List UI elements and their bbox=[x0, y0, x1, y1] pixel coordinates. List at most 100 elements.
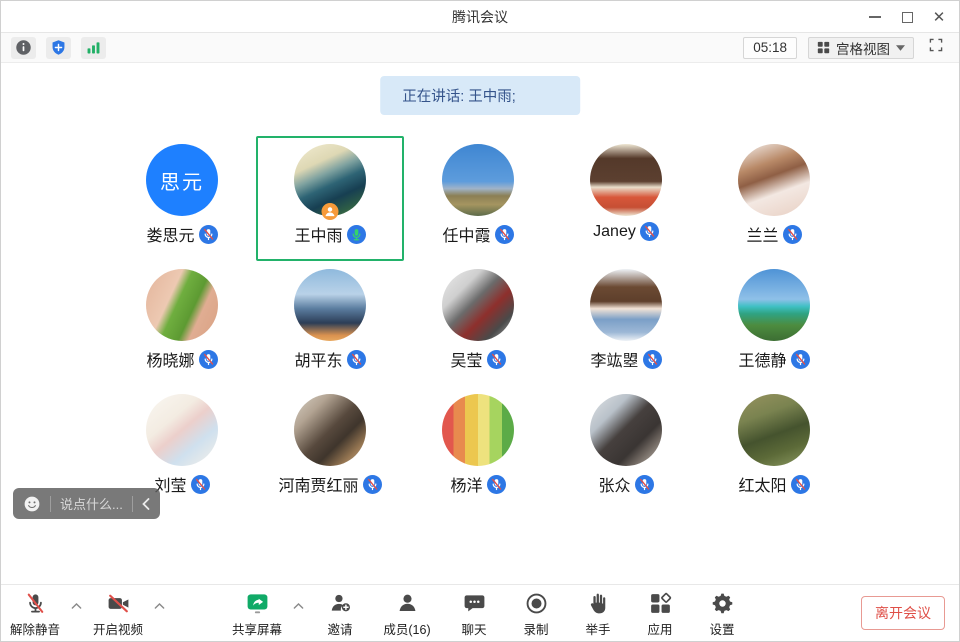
mic-muted-icon[interactable] bbox=[363, 475, 382, 494]
mic-muted-icon[interactable] bbox=[487, 475, 506, 494]
meeting-toolbar-bottom: 解除静音 开启视频 共享屏幕 邀请 成员(16)聊天录制 举手应用 设置 离开会议 bbox=[1, 584, 959, 641]
toolbar-item-label: 共享屏幕 bbox=[232, 619, 282, 638]
participant-name: 河南贾红丽 bbox=[278, 472, 358, 496]
participant-tile[interactable]: 红太阳 bbox=[700, 386, 848, 511]
participant-name: Janey bbox=[593, 223, 636, 241]
participant-name: 王中雨 bbox=[294, 222, 342, 246]
window-title: 腾讯会议 bbox=[1, 1, 959, 33]
participant-tile[interactable]: Janey bbox=[552, 136, 700, 261]
avatar bbox=[146, 394, 218, 466]
view-controls: 05:18 宫格视图 bbox=[743, 37, 959, 59]
avatar bbox=[738, 144, 810, 216]
toolbar-item-settings[interactable]: 设置 bbox=[696, 590, 748, 638]
participant-tile[interactable]: 河南贾红丽 bbox=[256, 386, 404, 511]
participant-tile[interactable]: 王中雨 bbox=[256, 136, 404, 261]
info-icon bbox=[15, 39, 32, 56]
participant-tile[interactable]: 思元娄思元 bbox=[108, 136, 256, 261]
shield-plus-icon bbox=[50, 39, 67, 56]
toolbar-item-label: 录制 bbox=[523, 619, 548, 638]
participant-name-row: 张众 bbox=[598, 472, 653, 496]
toolbar-item-label: 应用 bbox=[647, 619, 672, 638]
toolbar-item-record[interactable]: 录制 bbox=[510, 590, 562, 638]
participant-name: 任中霞 bbox=[442, 222, 490, 246]
participant-name-row: 杨洋 bbox=[450, 472, 505, 496]
emoji-smiley-icon[interactable] bbox=[23, 495, 41, 513]
toolbar-item-label: 邀请 bbox=[327, 619, 352, 638]
mic-muted-icon[interactable] bbox=[487, 350, 506, 369]
security-button[interactable] bbox=[46, 37, 71, 59]
chat-input-bar: 说点什么... bbox=[13, 488, 160, 519]
toolbar-item-hand[interactable]: 举手 bbox=[572, 590, 624, 638]
meeting-stage: 正在讲话: 王中雨; 思元娄思元王中雨 任中霞 Janey 兰兰杨晓娜 胡平东 吴莹李竑曌… bbox=[1, 63, 959, 584]
participant-tile[interactable]: 吴莹 bbox=[404, 261, 552, 386]
meeting-info-button[interactable] bbox=[11, 37, 36, 59]
mic-muted-icon[interactable] bbox=[199, 225, 218, 244]
meeting-window: 腾讯会议 ✕ 05:18 宫格视图 正在讲话: 王中雨; 思元娄思元王中雨 任中霞… bbox=[0, 0, 960, 642]
mic-muted-icon[interactable] bbox=[640, 222, 659, 241]
toolbar-item-invite[interactable]: 邀请 bbox=[314, 590, 366, 638]
participant-tile[interactable]: 王德静 bbox=[700, 261, 848, 386]
camera-off-icon bbox=[106, 590, 131, 617]
avatar bbox=[294, 394, 366, 466]
close-button[interactable]: ✕ bbox=[923, 1, 955, 33]
mic-muted-icon[interactable] bbox=[635, 475, 654, 494]
mic-muted-icon[interactable] bbox=[191, 475, 210, 494]
chat-input[interactable]: 说点什么... bbox=[60, 494, 123, 513]
chevron-up-icon[interactable] bbox=[71, 602, 82, 610]
participant-tile[interactable]: 胡平东 bbox=[256, 261, 404, 386]
participant-name-row: 娄思元 bbox=[146, 222, 217, 246]
toolbar-item-share[interactable]: 共享屏幕 bbox=[231, 590, 283, 638]
raise-hand-icon bbox=[586, 590, 611, 617]
participant-name: 胡平东 bbox=[294, 347, 342, 371]
toolbar-item-label: 开启视频 bbox=[93, 619, 143, 638]
mic-muted-icon[interactable] bbox=[643, 350, 662, 369]
fullscreen-icon bbox=[928, 37, 944, 58]
participant-name-row: 刘莹 bbox=[154, 472, 209, 496]
participant-tile[interactable]: 兰兰 bbox=[700, 136, 848, 261]
members-icon bbox=[395, 590, 420, 617]
host-badge-icon bbox=[322, 203, 339, 220]
divider bbox=[132, 496, 133, 512]
mic-muted-icon[interactable] bbox=[199, 350, 218, 369]
toolbar-item-video[interactable]: 开启视频 bbox=[92, 590, 144, 638]
participant-name: 兰兰 bbox=[746, 222, 778, 246]
participant-tile[interactable]: 任中霞 bbox=[404, 136, 552, 261]
close-icon: ✕ bbox=[933, 10, 946, 25]
toolbar-item-unmute[interactable]: 解除静音 bbox=[9, 590, 61, 638]
chevron-up-icon[interactable] bbox=[293, 602, 304, 610]
participant-name: 杨洋 bbox=[450, 472, 482, 496]
minimize-button[interactable] bbox=[859, 1, 891, 33]
participant-name-row: 李竑曌 bbox=[590, 347, 661, 371]
network-signal-icon bbox=[85, 39, 102, 56]
mic-muted-icon[interactable] bbox=[791, 350, 810, 369]
participant-tile[interactable]: 张众 bbox=[552, 386, 700, 511]
mic-muted-icon[interactable] bbox=[791, 475, 810, 494]
participant-name-row: 杨晓娜 bbox=[146, 347, 217, 371]
mic-muted-icon[interactable] bbox=[495, 225, 514, 244]
participant-grid: 思元娄思元王中雨 任中霞 Janey 兰兰杨晓娜 胡平东 吴莹李竑曌 王德静刘莹 河南贾红丽 杨… bbox=[108, 136, 848, 511]
toolbar-item-members[interactable]: 成员(16) bbox=[376, 590, 438, 638]
collapse-left-icon[interactable] bbox=[142, 498, 150, 510]
fullscreen-button[interactable] bbox=[925, 37, 947, 59]
mic-muted-icon[interactable] bbox=[783, 225, 802, 244]
participant-name-row: 红太阳 bbox=[738, 472, 809, 496]
leave-meeting-button[interactable]: 离开会议 bbox=[861, 596, 945, 630]
toolbar-item-apps[interactable]: 应用 bbox=[634, 590, 686, 638]
participant-name-row: 任中霞 bbox=[442, 222, 513, 246]
maximize-button[interactable] bbox=[891, 1, 923, 33]
toolbar-item-label: 设置 bbox=[709, 619, 734, 638]
mic-active-icon[interactable] bbox=[347, 225, 366, 244]
participant-name-row: Janey bbox=[593, 222, 659, 241]
participant-tile[interactable]: 杨洋 bbox=[404, 386, 552, 511]
chevron-up-icon[interactable] bbox=[154, 602, 165, 610]
participant-tile[interactable]: 李竑曌 bbox=[552, 261, 700, 386]
participant-name: 杨晓娜 bbox=[146, 347, 194, 371]
network-status-button[interactable] bbox=[81, 37, 106, 59]
toolbar-item-chat[interactable]: 聊天 bbox=[448, 590, 500, 638]
speaking-banner: 正在讲话: 王中雨; bbox=[380, 76, 580, 115]
layout-view-dropdown[interactable]: 宫格视图 bbox=[808, 37, 914, 59]
toolbar-item-label: 解除静音 bbox=[10, 619, 60, 638]
participant-tile[interactable]: 杨晓娜 bbox=[108, 261, 256, 386]
participant-name: 娄思元 bbox=[146, 222, 194, 246]
mic-muted-icon[interactable] bbox=[347, 350, 366, 369]
